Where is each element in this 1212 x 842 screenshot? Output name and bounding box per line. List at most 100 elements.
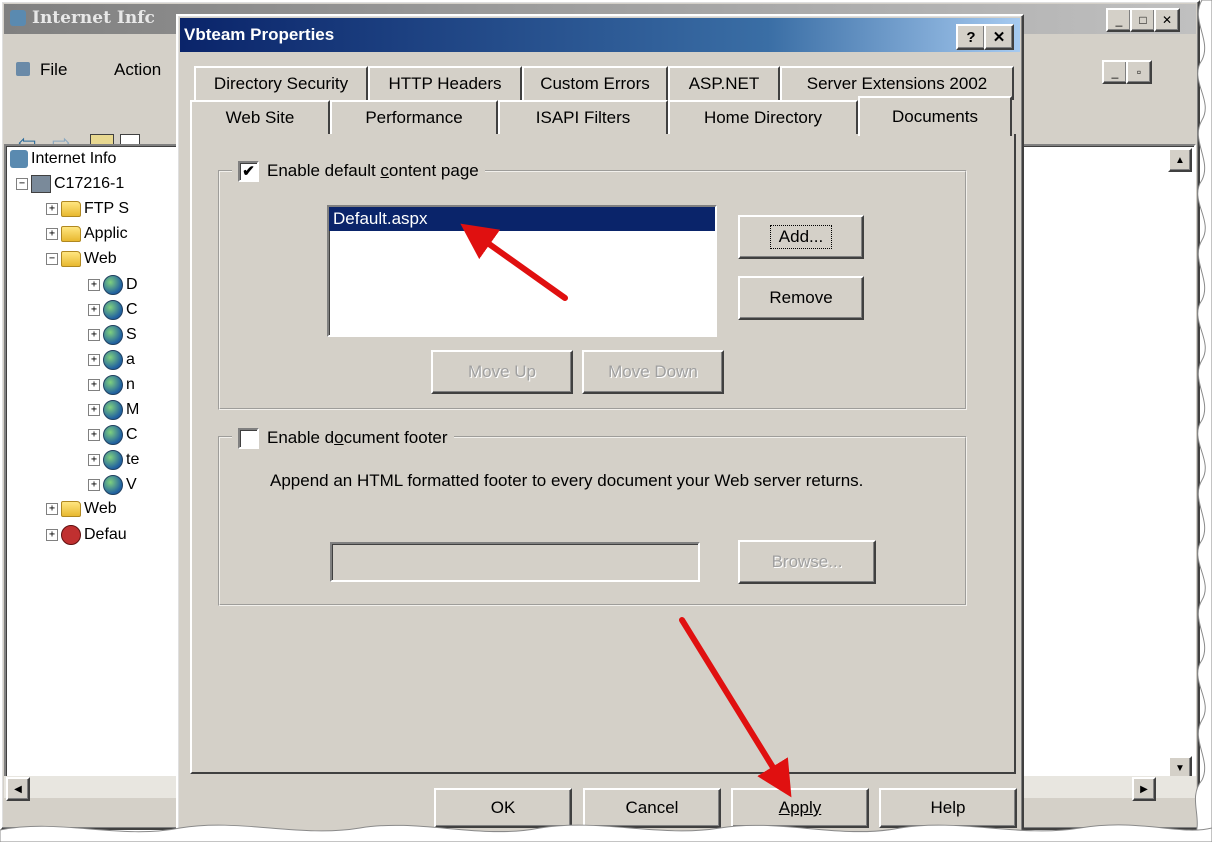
tree-node-label: M (126, 401, 140, 418)
globe-icon (103, 475, 123, 495)
expand-toggle-icon[interactable]: + (88, 304, 100, 316)
tree-node[interactable]: Internet Info (10, 150, 116, 168)
folder-icon (61, 501, 81, 517)
tab-asp-net[interactable]: ASP.NET (668, 66, 780, 100)
tab-custom-errors[interactable]: Custom Errors (522, 66, 668, 100)
expand-toggle-icon[interactable]: + (88, 329, 100, 341)
tree-pane: Internet Info − C17216-1 + FTP S + Applic − Web +… (4, 144, 189, 784)
globe-icon (103, 450, 123, 470)
tab-web-site[interactable]: Web Site (190, 100, 330, 134)
torn-edge (1191, 0, 1212, 842)
move-down-button[interactable]: Move Down (582, 350, 724, 394)
tree-node[interactable]: + V (88, 475, 137, 495)
add-button[interactable]: Add... (738, 215, 864, 259)
tree-node[interactable]: + n (88, 375, 135, 395)
tab-documents[interactable]: Documents (858, 96, 1012, 136)
dialog-close-button[interactable]: ✕ (984, 24, 1014, 50)
stopped-site-icon (61, 525, 81, 545)
expand-toggle-icon[interactable]: + (88, 429, 100, 441)
tree-node-label: V (126, 476, 137, 493)
expand-toggle-icon[interactable]: + (46, 203, 58, 215)
tab-performance[interactable]: Performance (330, 100, 498, 134)
expand-toggle-icon[interactable]: + (46, 503, 58, 515)
child-minimize-button[interactable]: _ (1102, 60, 1128, 84)
torn-edge-bottom (0, 824, 1212, 842)
expand-toggle-icon[interactable]: + (46, 529, 58, 541)
globe-icon (103, 375, 123, 395)
enable-document-footer-checkbox[interactable] (238, 427, 259, 449)
console-icon (16, 62, 30, 76)
tab-server-extensions-2002[interactable]: Server Extensions 2002 (780, 66, 1014, 100)
document-footer-legend: Enable document footer (232, 426, 454, 450)
tree-node-label: n (126, 376, 135, 393)
tree-node[interactable]: + FTP S (46, 200, 129, 218)
minimize-button[interactable]: _ (1106, 8, 1132, 32)
tree-node-label: C (126, 301, 138, 318)
dialog-title-bar: Vbteam Properties ? ✕ (180, 18, 1020, 52)
tree-node-label: C (126, 426, 138, 443)
tree-node[interactable]: − C17216-1 (16, 175, 124, 193)
expand-toggle-icon[interactable]: + (88, 279, 100, 291)
scroll-right-button[interactable]: ▶ (1132, 777, 1156, 801)
iis-app-icon (10, 10, 26, 26)
enable-default-content-checkbox[interactable]: ✔ (238, 160, 259, 182)
remove-button[interactable]: Remove (738, 276, 864, 320)
tree-node-label: C17216-1 (54, 175, 125, 192)
tree-node[interactable]: + Defau (46, 525, 127, 545)
expand-toggle-icon[interactable]: + (88, 354, 100, 366)
expand-toggle-icon[interactable]: + (88, 379, 100, 391)
tree-node[interactable]: + C (88, 425, 138, 445)
tree-node[interactable]: + D (88, 275, 138, 295)
menu-action[interactable]: Action (114, 60, 161, 80)
tree-node[interactable]: + M (88, 400, 139, 420)
footer-path-input[interactable] (330, 542, 700, 582)
details-pane: ▲ ▼ (1010, 144, 1196, 784)
tab-home-directory[interactable]: Home Directory (668, 100, 858, 134)
globe-icon (103, 400, 123, 420)
menu-file[interactable]: File (40, 60, 67, 80)
collapse-toggle-icon[interactable]: − (16, 178, 28, 190)
folder-icon (61, 201, 81, 217)
tree-node-label: Internet Info (31, 150, 117, 167)
enable-document-footer-label: Enable document footer (267, 428, 448, 447)
expand-toggle-icon[interactable]: + (46, 228, 58, 240)
expand-toggle-icon[interactable]: + (88, 404, 100, 416)
default-content-legend: ✔ Enable default content page (232, 159, 485, 183)
default-document-item[interactable]: Default.aspx (329, 207, 715, 231)
tree-node-label: Applic (84, 225, 128, 242)
collapse-toggle-icon[interactable]: − (46, 253, 58, 265)
globe-icon (103, 325, 123, 345)
maximize-button[interactable]: □ (1130, 8, 1156, 32)
scroll-left-button[interactable]: ◀ (6, 777, 30, 801)
globe-icon (103, 350, 123, 370)
default-documents-list[interactable]: Default.aspx (327, 205, 717, 337)
globe-icon (103, 425, 123, 445)
tree-node-label: Defau (84, 526, 127, 543)
tree-node-label: te (126, 451, 140, 468)
tab-isapi-filters[interactable]: ISAPI Filters (498, 100, 668, 134)
folder-icon (61, 251, 81, 267)
footer-description: Append an HTML formatted footer to every… (270, 471, 864, 490)
tree-node-label: D (126, 276, 138, 293)
dialog-title: Vbteam Properties (184, 25, 335, 44)
child-restore-button[interactable]: ▫ (1126, 60, 1152, 84)
computer-icon (31, 175, 51, 193)
tree-node-label: a (126, 351, 135, 368)
tree-node[interactable]: + C (88, 300, 138, 320)
tab-directory-security[interactable]: Directory Security (194, 66, 368, 100)
tree-node-label: Web (84, 250, 117, 267)
tree-node[interactable]: + a (88, 350, 135, 370)
tree-node[interactable]: + Applic (46, 225, 128, 243)
help-button[interactable]: ? (956, 24, 986, 50)
browse-button[interactable]: Browse... (738, 540, 876, 584)
iis-icon (10, 150, 28, 168)
expand-toggle-icon[interactable]: + (88, 479, 100, 491)
move-up-button[interactable]: Move Up (431, 350, 573, 394)
tree-node[interactable]: + te (88, 450, 139, 470)
tab-http-headers[interactable]: HTTP Headers (368, 66, 522, 100)
tree-node[interactable]: + Web (46, 500, 117, 518)
tree-node[interactable]: − Web (46, 250, 117, 268)
tree-node[interactable]: + S (88, 325, 137, 345)
folder-icon (61, 226, 81, 242)
expand-toggle-icon[interactable]: + (88, 454, 100, 466)
